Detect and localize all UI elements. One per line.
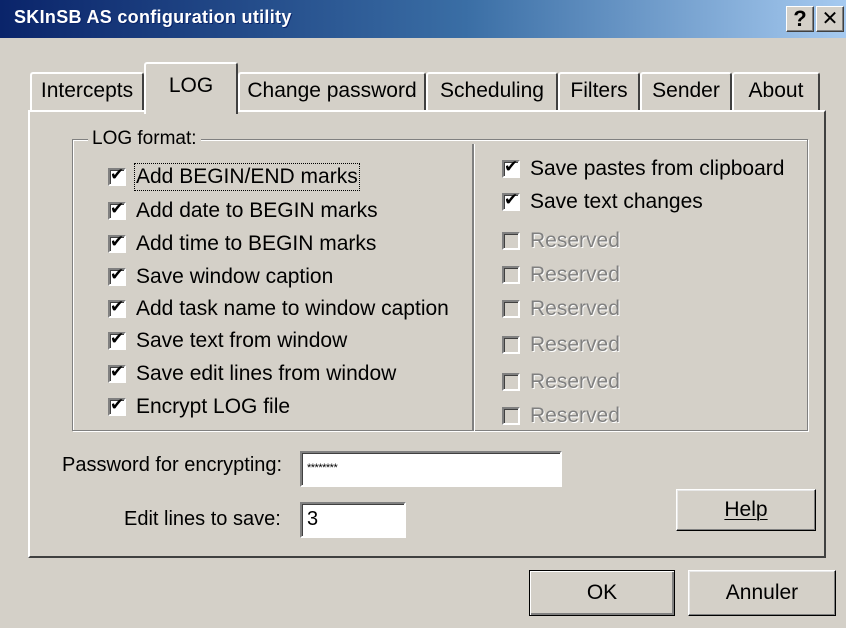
checkbox-icon bbox=[502, 232, 520, 250]
checkbox-label: Add task name to window caption bbox=[136, 297, 449, 320]
tab-log[interactable]: LOG bbox=[144, 62, 238, 114]
log-format-legend: LOG format: bbox=[88, 128, 201, 150]
checkbox-label: Reserved bbox=[530, 229, 620, 252]
checkbox-save-text-changes[interactable]: Save text changes bbox=[502, 187, 703, 217]
checkbox-label: Save window caption bbox=[136, 265, 334, 288]
password-field[interactable]: ******** bbox=[300, 451, 562, 487]
checkbox-label: Save pastes from clipboard bbox=[530, 157, 785, 180]
checkbox-icon[interactable] bbox=[108, 395, 126, 416]
checkbox-icon[interactable] bbox=[502, 157, 520, 178]
group-divider bbox=[472, 144, 475, 431]
password-label: Password for encrypting: bbox=[62, 454, 283, 476]
checkbox-icon bbox=[502, 373, 520, 391]
checkbox-reserved-5: Reserved bbox=[502, 367, 620, 397]
checkbox-save-edit-lines[interactable]: Save edit lines from window bbox=[108, 359, 396, 389]
checkbox-add-begin-end-marks[interactable]: Add BEGIN/END marks bbox=[108, 162, 360, 192]
checkbox-label: Reserved bbox=[530, 263, 620, 286]
checkbox-label: Encrypt LOG file bbox=[136, 395, 291, 418]
checkbox-encrypt-log[interactable]: Encrypt LOG file bbox=[108, 392, 290, 422]
checkbox-reserved-6: Reserved bbox=[502, 401, 620, 431]
checkbox-icon[interactable] bbox=[108, 165, 126, 186]
checkbox-icon bbox=[502, 407, 520, 425]
checkbox-save-text-window[interactable]: Save text from window bbox=[108, 326, 347, 356]
checkbox-add-date-begin[interactable]: Add date to BEGIN marks bbox=[108, 196, 378, 226]
checkbox-save-window-caption[interactable]: Save window caption bbox=[108, 262, 333, 292]
window-title: SKInSB AS configuration utility bbox=[14, 7, 292, 27]
tab-about[interactable]: About bbox=[732, 72, 820, 110]
checkbox-save-pastes-clipboard[interactable]: Save pastes from clipboard bbox=[502, 154, 784, 184]
cancel-button[interactable]: Annuler bbox=[688, 570, 836, 616]
checkbox-icon[interactable] bbox=[108, 232, 126, 253]
ok-button[interactable]: OK bbox=[529, 570, 675, 616]
close-icon[interactable]: ✕ bbox=[816, 6, 844, 32]
checkbox-icon[interactable] bbox=[502, 190, 520, 211]
checkbox-reserved-1: Reserved bbox=[502, 226, 620, 256]
checkbox-icon bbox=[502, 336, 520, 354]
checkbox-label: Reserved bbox=[530, 404, 620, 427]
checkbox-add-task-name[interactable]: Add task name to window caption bbox=[108, 294, 449, 324]
title-bar[interactable]: SKInSB AS configuration utility ? ✕ bbox=[0, 0, 846, 38]
help-button-label: Help bbox=[724, 498, 768, 521]
checkbox-label: Reserved bbox=[530, 297, 620, 320]
checkbox-label: Reserved bbox=[530, 333, 620, 356]
checkbox-icon[interactable] bbox=[108, 329, 126, 350]
checkbox-label: Reserved bbox=[530, 370, 620, 393]
checkbox-label: Save edit lines from window bbox=[136, 362, 397, 385]
tab-sender[interactable]: Sender bbox=[640, 72, 732, 110]
checkbox-icon bbox=[502, 266, 520, 284]
tab-change-password[interactable]: Change password bbox=[238, 72, 426, 110]
checkbox-label: Add BEGIN/END marks bbox=[134, 163, 360, 191]
checkbox-reserved-2: Reserved bbox=[502, 260, 620, 290]
checkbox-reserved-3: Reserved bbox=[502, 294, 620, 324]
checkbox-icon bbox=[502, 300, 520, 318]
edit-lines-field[interactable]: 3 bbox=[300, 502, 406, 538]
checkbox-icon[interactable] bbox=[108, 199, 126, 220]
checkbox-icon[interactable] bbox=[108, 362, 126, 383]
tab-intercepts[interactable]: Intercepts bbox=[30, 72, 144, 110]
checkbox-label: Save text from window bbox=[136, 329, 348, 352]
tab-filters[interactable]: Filters bbox=[558, 72, 640, 110]
checkbox-icon[interactable] bbox=[108, 265, 126, 286]
checkbox-label: Save text changes bbox=[530, 190, 703, 213]
checkbox-label: Add time to BEGIN marks bbox=[136, 232, 377, 255]
checkbox-label: Add date to BEGIN marks bbox=[136, 199, 378, 222]
help-icon[interactable]: ? bbox=[786, 6, 814, 32]
tab-scheduling[interactable]: Scheduling bbox=[426, 72, 558, 110]
checkbox-icon[interactable] bbox=[108, 297, 126, 318]
checkbox-reserved-4: Reserved bbox=[502, 330, 620, 360]
edit-lines-label: Edit lines to save: bbox=[124, 508, 281, 530]
checkbox-add-time-begin[interactable]: Add time to BEGIN marks bbox=[108, 229, 376, 259]
help-button[interactable]: Help bbox=[676, 489, 816, 531]
